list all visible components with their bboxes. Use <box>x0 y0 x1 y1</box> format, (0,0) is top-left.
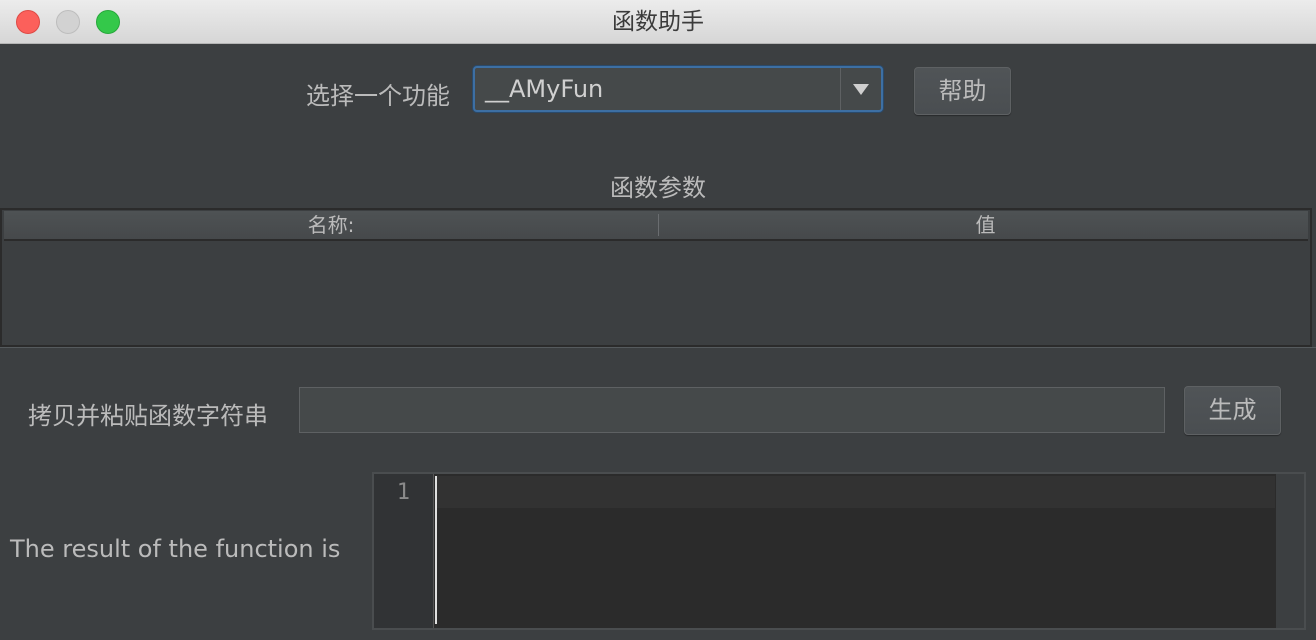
function-select-dropdown-button[interactable] <box>840 68 881 110</box>
generate-button[interactable]: 生成 <box>1184 386 1281 435</box>
function-select-value: __AMyFun <box>485 75 604 103</box>
line-number-gutter: 1 <box>374 474 434 628</box>
paste-string-label: 拷贝并粘贴函数字符串 <box>28 402 268 430</box>
section-divider <box>0 347 1316 348</box>
column-header-value[interactable]: 值 <box>659 211 1312 239</box>
params-table-header: 名称: 值 <box>4 211 1308 241</box>
column-header-name[interactable]: 名称: <box>4 211 658 239</box>
result-editor[interactable]: 1 <box>372 472 1306 630</box>
title-bar: 函数助手 <box>0 0 1316 44</box>
vertical-scrollbar[interactable] <box>1276 474 1304 628</box>
function-string-input[interactable] <box>299 387 1165 433</box>
result-label: The result of the function is <box>10 535 341 563</box>
window-title: 函数助手 <box>612 9 704 35</box>
function-select-label: 选择一个功能 <box>306 82 450 110</box>
line-number: 1 <box>396 480 410 505</box>
gutter-border <box>433 474 434 628</box>
chevron-down-icon <box>853 84 869 95</box>
function-select[interactable]: __AMyFun <box>473 66 883 112</box>
help-button[interactable]: 帮助 <box>914 67 1011 115</box>
params-table[interactable]: 名称: 值 <box>0 208 1312 347</box>
current-line-highlight <box>435 476 1275 508</box>
params-section-title: 函数参数 <box>610 174 706 202</box>
text-caret <box>435 476 437 624</box>
